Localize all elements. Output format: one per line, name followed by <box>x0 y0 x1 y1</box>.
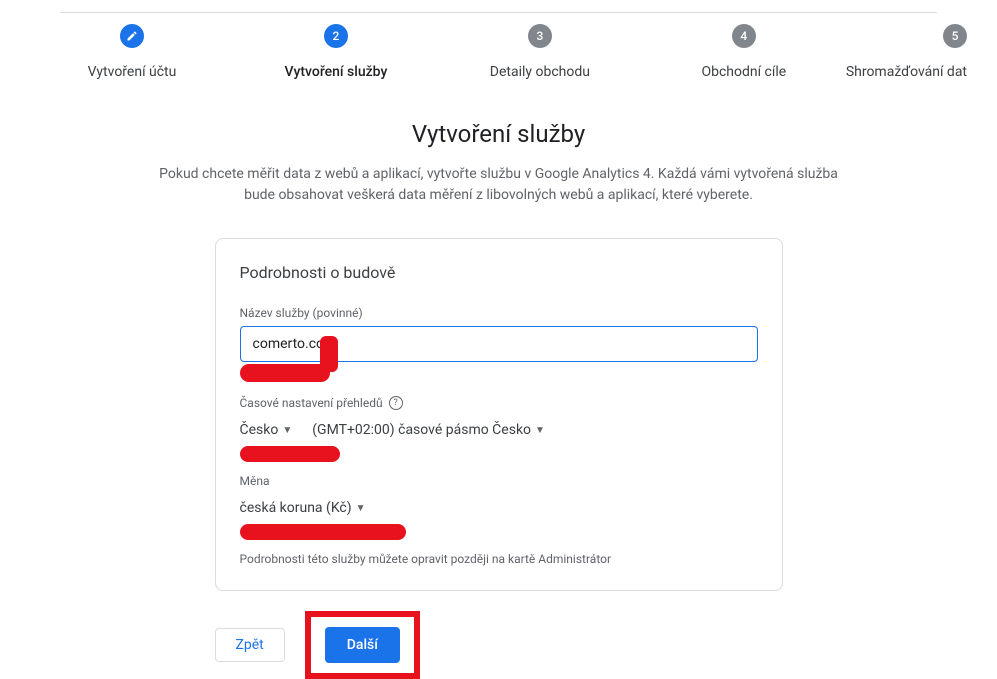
step-data[interactable]: 5 Shromažďování dat <box>846 24 967 80</box>
chevron-down-icon: ▼ <box>356 503 366 514</box>
timezone-dropdown[interactable]: (GMT+02:00) časové pásmo Česko ▼ <box>312 416 545 444</box>
back-button[interactable]: Zpět <box>215 628 285 662</box>
step-number: 5 <box>943 24 967 48</box>
currency-label: Měna <box>240 474 758 488</box>
highlight-box: Další <box>305 611 420 679</box>
redaction-mark <box>240 524 406 540</box>
step-label: Vytvoření účtu <box>88 64 177 80</box>
chevron-down-icon: ▼ <box>282 425 292 436</box>
step-label: Vytvoření služby <box>285 64 388 80</box>
currency-dropdown[interactable]: česká koruna (Kč) ▼ <box>240 494 366 522</box>
step-number: 3 <box>528 24 552 48</box>
next-button[interactable]: Další <box>325 627 400 663</box>
button-row: Zpět Další <box>215 611 783 679</box>
redaction-mark <box>240 446 340 462</box>
property-details-card: Podrobnosti o budově Název služby (povin… <box>215 238 783 591</box>
step-number: 2 <box>324 24 348 48</box>
country-dropdown[interactable]: Česko ▼ <box>240 416 293 444</box>
help-icon[interactable]: ? <box>389 396 403 410</box>
page-title: Vytvoření služby <box>109 120 889 148</box>
step-label: Detaily obchodu <box>490 64 590 80</box>
timezone-label: Časové nastavení přehledů ? <box>240 396 758 410</box>
chevron-down-icon: ▼ <box>535 425 545 436</box>
card-title: Podrobnosti o budově <box>240 263 758 282</box>
stepper: Vytvoření účtu 2 Vytvoření služby 3 Deta… <box>0 0 997 80</box>
main-content: Vytvoření služby Pokud chcete měřit data… <box>109 120 889 679</box>
property-name-input[interactable] <box>240 326 758 362</box>
step-goals[interactable]: 4 Obchodní cíle <box>642 24 846 80</box>
check-icon <box>120 24 144 48</box>
step-property[interactable]: 2 Vytvoření služby <box>234 24 438 80</box>
card-hint: Podrobnosti této služby můžete opravit p… <box>240 552 758 566</box>
redaction-mark <box>240 364 330 382</box>
step-label: Shromažďování dat <box>846 64 967 80</box>
page-subtitle: Pokud chcete měřit data z webů a aplikac… <box>109 164 889 206</box>
step-business[interactable]: 3 Detaily obchodu <box>438 24 642 80</box>
step-account[interactable]: Vytvoření účtu <box>30 24 234 80</box>
step-number: 4 <box>732 24 756 48</box>
property-name-label: Název služby (povinné) <box>240 306 758 320</box>
step-label: Obchodní cíle <box>701 64 786 80</box>
